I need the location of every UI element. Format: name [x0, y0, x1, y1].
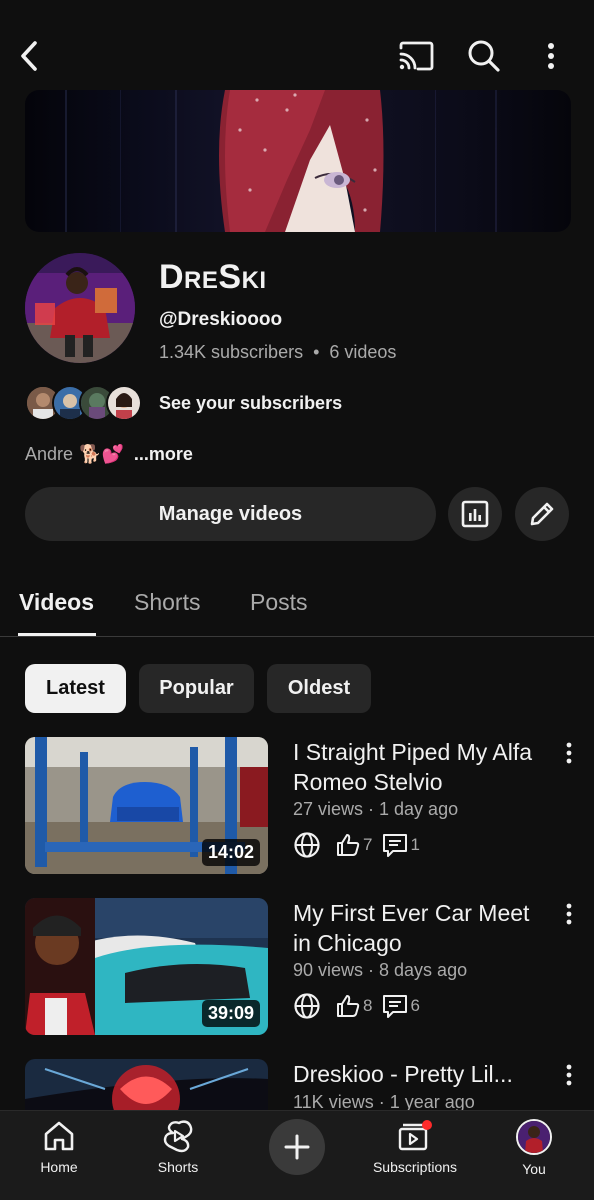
- vertical-dots-icon: [566, 903, 572, 925]
- channel-banner: [25, 90, 571, 232]
- channel-name: DreSki: [159, 258, 267, 296]
- plus-icon: [284, 1134, 310, 1160]
- cast-button[interactable]: [396, 36, 436, 76]
- more-options-button[interactable]: [531, 36, 571, 76]
- video-title[interactable]: I Straight Piped My Alfa Romeo Stelvio: [293, 737, 553, 797]
- top-bar: [0, 0, 594, 90]
- nav-subscriptions[interactable]: Subscriptions: [365, 1119, 465, 1189]
- video-thumbnail[interactable]: 39:09: [25, 898, 268, 1035]
- globe-icon: [294, 832, 320, 858]
- manage-videos-button[interactable]: Manage videos: [25, 487, 436, 541]
- description-emoji: 🐕💕: [79, 444, 124, 464]
- stats-separator: •: [313, 342, 320, 362]
- nav-you[interactable]: You: [484, 1119, 584, 1189]
- like-count: 8: [363, 996, 373, 1015]
- chip-oldest[interactable]: Oldest: [267, 664, 371, 713]
- channel-description[interactable]: Andre 🐕💕 ...more: [25, 444, 193, 465]
- video-duration: 14:02: [201, 839, 260, 866]
- video-title[interactable]: My First Ever Car Meet in Chicago: [293, 898, 553, 958]
- pencil-icon: [530, 502, 554, 526]
- nav-shorts[interactable]: Shorts: [128, 1119, 228, 1189]
- channel-stats: 1.34K subscribers • 6 videos: [159, 342, 396, 363]
- nav-subscriptions-label: Subscriptions: [372, 1159, 458, 1175]
- like-count: 7: [363, 835, 373, 854]
- vertical-dots-icon: [566, 742, 572, 764]
- video-title[interactable]: Dreskioo - Pretty Lil...: [293, 1059, 553, 1089]
- comment-icon: [383, 834, 408, 857]
- comment-icon: [383, 995, 408, 1018]
- edit-channel-button[interactable]: [515, 487, 569, 541]
- bottom-navigation: Home Shorts Subscriptions You: [0, 1110, 594, 1200]
- channel-handle: @Dreskioooo: [159, 309, 283, 330]
- back-button[interactable]: [10, 36, 50, 76]
- nav-shorts-label: Shorts: [157, 1159, 199, 1175]
- subscriber-count: 1.34K subscribers: [159, 342, 304, 362]
- chip-latest[interactable]: Latest: [25, 664, 126, 713]
- chip-popular[interactable]: Popular: [139, 664, 254, 713]
- video-stats-row: 7 1: [293, 831, 430, 859]
- video-item[interactable]: 39:09 My First Ever Car Meet in Chicago …: [0, 898, 594, 1038]
- active-tab-indicator: [18, 633, 96, 636]
- nav-home[interactable]: Home: [9, 1119, 109, 1189]
- comment-count: 1: [410, 835, 420, 854]
- video-item[interactable]: 14:02 I Straight Piped My Alfa Romeo Ste…: [0, 737, 594, 877]
- more-link[interactable]: ...more: [134, 444, 193, 465]
- analytics-button[interactable]: [448, 487, 502, 541]
- user-avatar: [516, 1119, 552, 1155]
- analytics-icon: [461, 500, 489, 528]
- cast-icon: [399, 41, 434, 71]
- search-button[interactable]: [464, 36, 504, 76]
- search-icon: [468, 40, 500, 72]
- channel-avatar[interactable]: [25, 253, 135, 363]
- comment-count: 6: [410, 996, 420, 1015]
- create-button[interactable]: [269, 1119, 325, 1175]
- home-icon: [44, 1121, 74, 1151]
- thumbs-up-icon: [337, 834, 360, 856]
- subscriptions-icon: [398, 1120, 432, 1151]
- video-meta: 90 views · 8 days ago: [293, 960, 468, 980]
- see-subscribers-link[interactable]: See your subscribers: [159, 393, 342, 414]
- globe-icon: [294, 993, 320, 1019]
- tab-shorts[interactable]: Shorts: [134, 589, 200, 616]
- description-text: Andre: [25, 444, 74, 464]
- subscriber-avatars[interactable]: [25, 384, 142, 422]
- shorts-icon: [163, 1120, 193, 1153]
- vertical-dots-icon: [566, 1064, 572, 1086]
- tab-posts[interactable]: Posts: [250, 589, 308, 616]
- thumbs-up-icon: [337, 995, 360, 1017]
- video-meta: 27 views · 1 day ago: [293, 799, 459, 819]
- channel-tabs: Videos Shorts Posts: [0, 575, 594, 637]
- subscriber-avatar: [106, 385, 142, 421]
- video-stats-row: 8 6: [293, 992, 430, 1020]
- video-count: 6 videos: [329, 342, 397, 362]
- video-duration: 39:09: [201, 1000, 260, 1027]
- tab-videos[interactable]: Videos: [19, 589, 94, 616]
- video-more-button[interactable]: [558, 739, 580, 767]
- nav-home-label: Home: [40, 1159, 78, 1175]
- video-thumbnail[interactable]: 14:02: [25, 737, 268, 874]
- nav-you-label: You: [522, 1161, 546, 1177]
- video-more-button[interactable]: [558, 1061, 580, 1089]
- video-more-button[interactable]: [558, 900, 580, 928]
- chevron-left-icon: [21, 41, 37, 71]
- vertical-dots-icon: [548, 43, 554, 69]
